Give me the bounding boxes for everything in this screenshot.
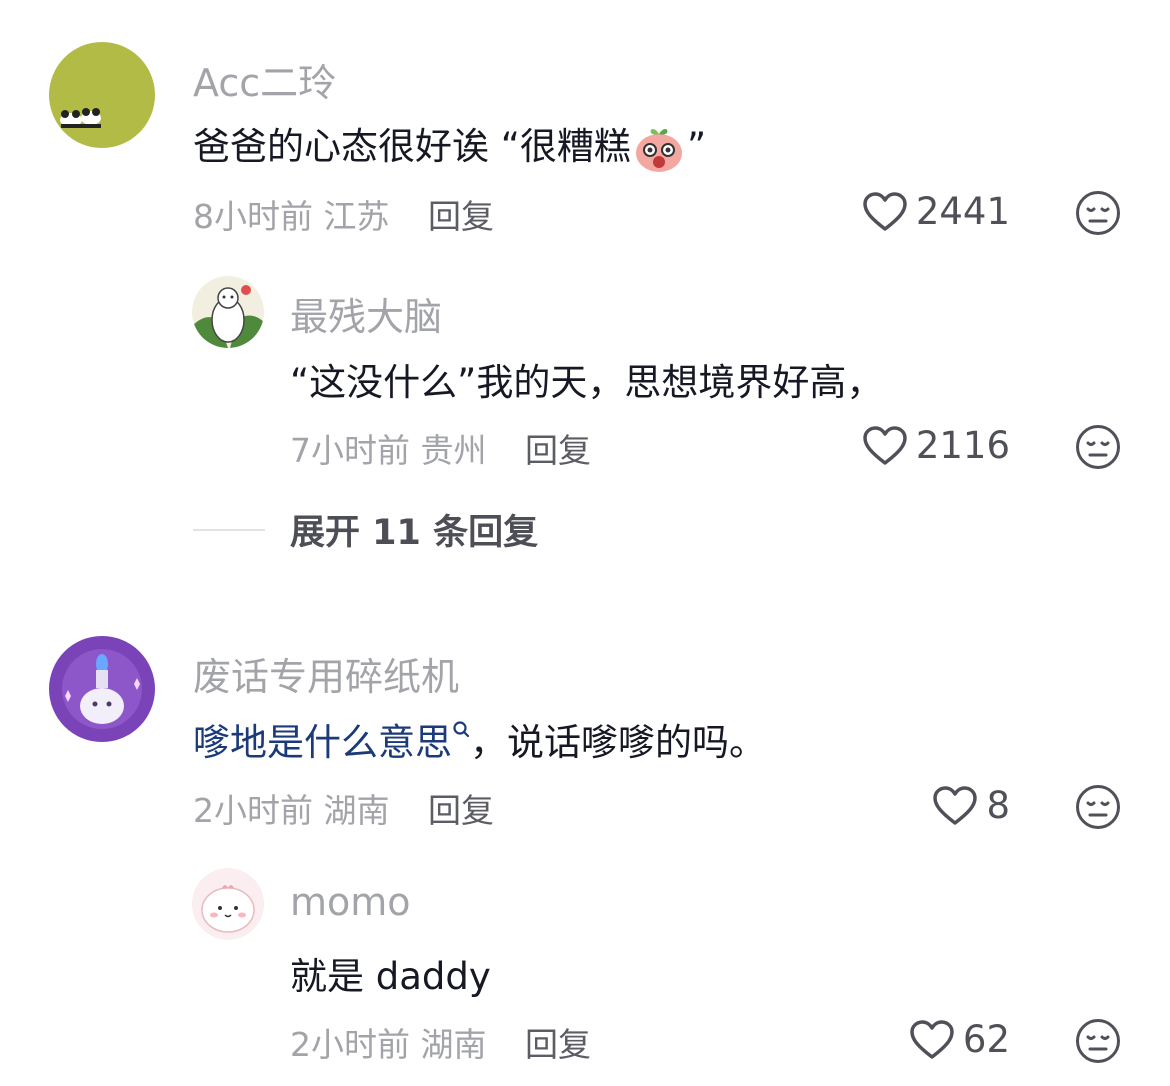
reply-meta: 2小时前 湖南 回复	[290, 1018, 591, 1066]
username[interactable]: 废话专用碎纸机	[193, 646, 459, 701]
reply-location: 贵州	[420, 431, 487, 470]
comment-meta: 2小时前 湖南 回复	[193, 784, 494, 832]
neutral-face-icon[interactable]	[1075, 1018, 1121, 1064]
reply-button[interactable]: 回复	[525, 1025, 591, 1064]
comment-meta: 8小时前 江苏 回复	[193, 190, 494, 238]
heart-outline-icon	[863, 425, 907, 465]
comment-text: 爸爸的心态很好诶 “很糟糕 ”	[193, 116, 706, 173]
comment-time: 2小时前	[193, 791, 313, 830]
avatar[interactable]	[192, 276, 264, 348]
reply-button[interactable]: 回复	[428, 791, 494, 830]
comment-text-part: 爸爸的心态很好诶 “很糟糕	[193, 125, 631, 168]
like-button[interactable]: 2116	[862, 424, 1010, 467]
reply-text: “这没什么”我的天，思想境界好高，	[290, 361, 884, 404]
heart-outline-icon	[933, 785, 978, 825]
reply-button[interactable]: 回复	[428, 197, 494, 236]
expand-replies-button[interactable]: 展开 11 条回复	[193, 504, 538, 555]
reply-text: 就是 daddy	[290, 955, 491, 998]
like-button[interactable]: 2441	[862, 190, 1010, 233]
search-icon[interactable]	[452, 720, 470, 742]
neutral-face-icon[interactable]	[1075, 424, 1121, 470]
reply-meta: 7小时前 贵州 回复	[290, 424, 591, 472]
username[interactable]: 最残大脑	[290, 286, 442, 341]
username[interactable]: momo	[290, 880, 411, 924]
expand-replies-label: 展开 11 条回复	[290, 513, 539, 553]
comment-text-part: ，说话嗲嗲的吗。	[470, 721, 766, 764]
like-count: 8	[986, 784, 1010, 827]
search-keyword-link[interactable]: 嗲地是什么意思	[193, 721, 452, 764]
shocked-peach-emoji-icon	[633, 125, 685, 173]
comment-time: 8小时前	[193, 197, 313, 236]
neutral-face-icon[interactable]	[1075, 190, 1121, 236]
like-count: 62	[962, 1018, 1010, 1061]
username[interactable]: Acc二玲	[193, 52, 336, 107]
comment-location: 湖南	[323, 791, 390, 830]
avatar[interactable]	[49, 636, 155, 742]
divider	[193, 528, 265, 531]
like-count: 2441	[915, 190, 1010, 233]
comment-text: 嗲地是什么意思 ，说话嗲嗲的吗。	[193, 712, 766, 766]
neutral-face-icon[interactable]	[1075, 784, 1121, 830]
heart-outline-icon	[863, 191, 907, 231]
reply-time: 2小时前	[290, 1025, 410, 1064]
avatar[interactable]	[49, 42, 155, 148]
reply-location: 湖南	[420, 1025, 487, 1064]
like-count: 2116	[915, 424, 1010, 467]
comment-location: 江苏	[323, 197, 390, 236]
avatar[interactable]	[192, 868, 264, 940]
reply-time: 7小时前	[290, 431, 410, 470]
reply-button[interactable]: 回复	[525, 431, 591, 470]
comment-text-part: ”	[686, 125, 707, 168]
like-button[interactable]: 8	[932, 784, 1010, 827]
like-button[interactable]: 62	[909, 1018, 1010, 1061]
heart-outline-icon	[910, 1019, 954, 1059]
